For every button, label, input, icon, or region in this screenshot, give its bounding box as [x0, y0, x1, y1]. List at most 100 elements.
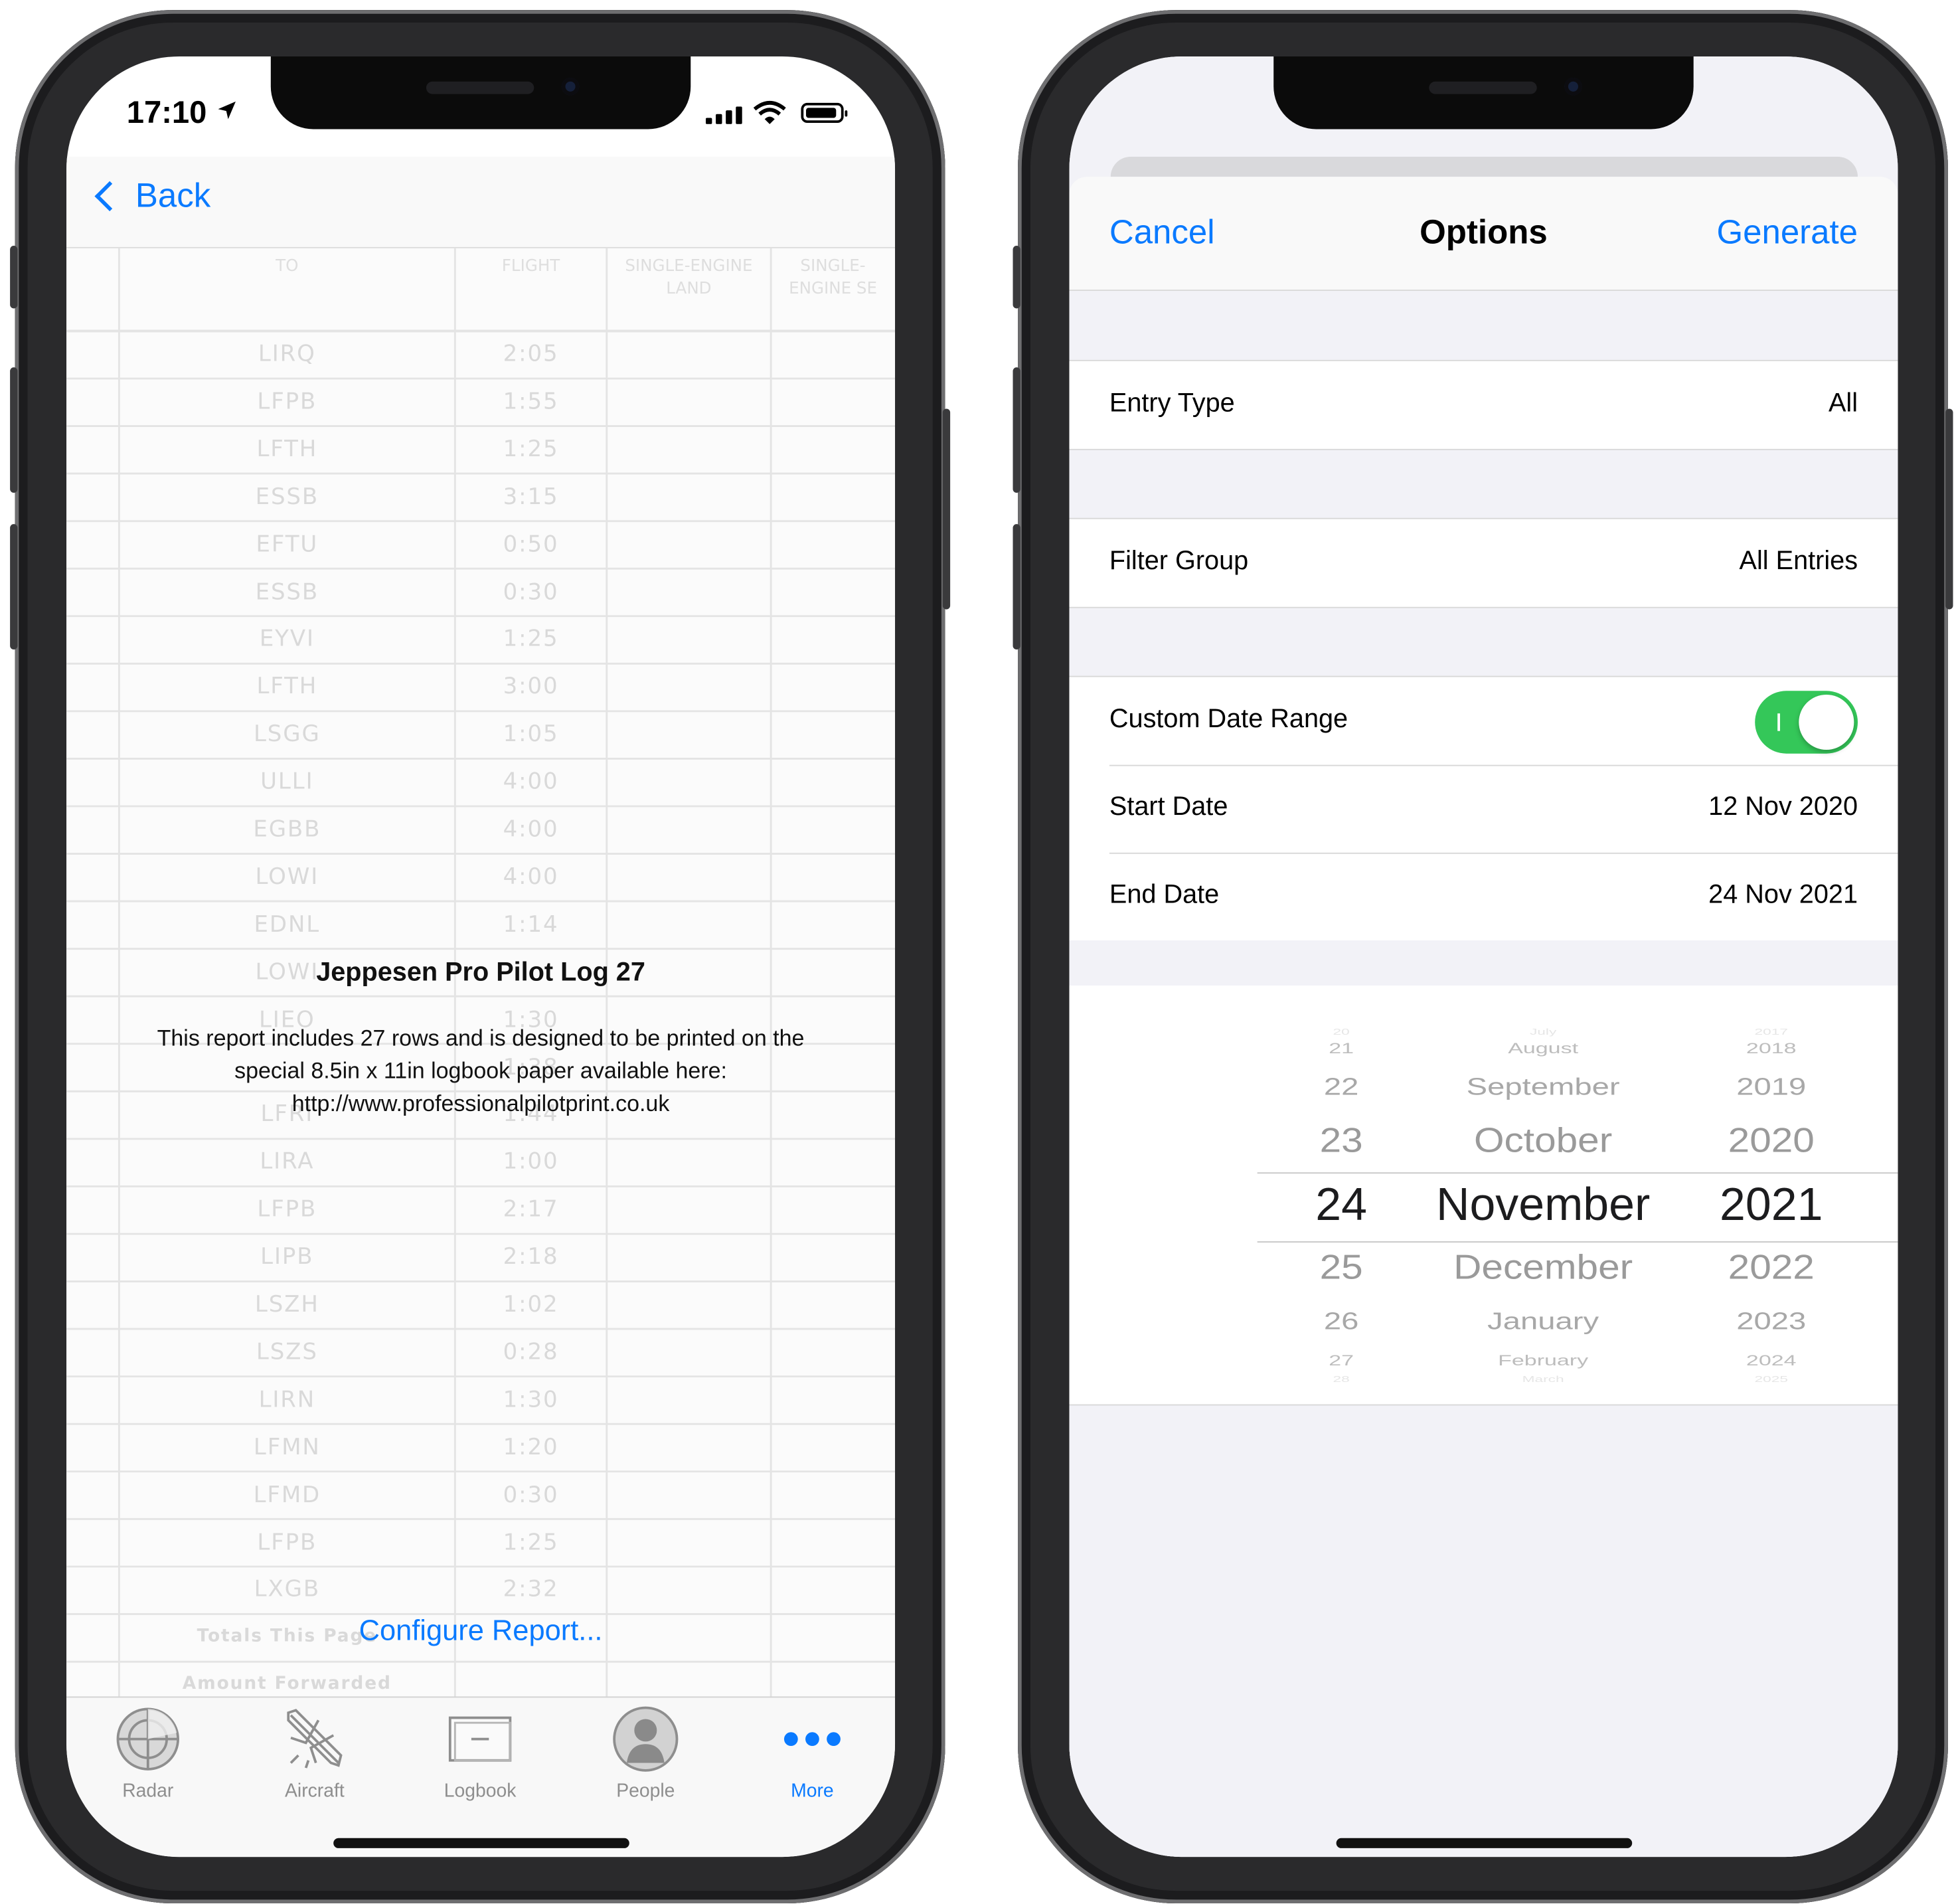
- tab-people-label: People: [616, 1780, 675, 1802]
- picker-item[interactable]: 2025: [1646, 1374, 1897, 1384]
- logbook-row-time: 2:32: [503, 1576, 559, 1603]
- end-date-row[interactable]: End Date 24 Nov 2021: [1069, 852, 1898, 940]
- logbook-row-to: EYVI: [259, 626, 315, 653]
- wifi-icon: [753, 100, 786, 124]
- logbook-row-time: 1:14: [503, 911, 559, 938]
- end-date-label: End Date: [1109, 880, 1220, 909]
- logbook-row-time: 1:05: [503, 721, 559, 748]
- navigation-bar: Back: [66, 157, 896, 248]
- more-dots-icon: [783, 1732, 841, 1747]
- logbook-row-to: EFTU: [256, 531, 319, 558]
- tab-bar: Radar Aircraft Logbook People More: [66, 1696, 896, 1858]
- logbook-row-time: 4:00: [503, 768, 559, 796]
- picker-item[interactable]: September: [1418, 1074, 1669, 1102]
- logbook-row-time: 1:25: [503, 436, 559, 463]
- logbook-row-to: EDNL: [254, 911, 321, 938]
- custom-date-range-row: Custom Date Range: [1069, 677, 1898, 765]
- picker-item[interactable]: November: [1418, 1178, 1669, 1231]
- configure-report-button[interactable]: Configure Report...: [66, 1614, 895, 1648]
- logbook-row-to: LSZS: [256, 1339, 318, 1365]
- tab-radar-label: Radar: [122, 1780, 174, 1802]
- tab-more[interactable]: More: [750, 1705, 875, 1802]
- power-button: [942, 408, 951, 610]
- picker-item[interactable]: 2017: [1646, 1027, 1897, 1037]
- logbook-row-time: 0:28: [503, 1339, 559, 1365]
- tab-radar[interactable]: Radar: [85, 1705, 210, 1802]
- logbook-row-to: LIRQ: [258, 341, 316, 368]
- picker-item[interactable]: March: [1418, 1374, 1669, 1384]
- logbook-row-time: 0:30: [503, 1481, 559, 1508]
- logbook-icon: [448, 1716, 512, 1762]
- tab-more-label: More: [791, 1780, 834, 1802]
- picker-item[interactable]: 2024: [1646, 1353, 1897, 1369]
- logbook-column-header: TO: [276, 257, 299, 276]
- logbook-column-header: SINGLE-ENGINE SE: [789, 257, 878, 299]
- end-date-value: 24 Nov 2021: [1708, 880, 1858, 909]
- phone-left: 17:10 Back TO FLIGHT SINGLE-ENGINE LAND …: [10, 10, 951, 1903]
- phone-right: Cancel Options Generate Entry Type All F…: [1013, 10, 1953, 1903]
- picker-item[interactable]: 2020: [1646, 1122, 1897, 1162]
- generate-button[interactable]: Generate: [1716, 213, 1858, 252]
- battery-icon: [801, 102, 848, 124]
- cellular-signal-icon: [705, 106, 742, 124]
- picker-item[interactable]: 2023: [1646, 1308, 1897, 1336]
- status-time: 17:10: [126, 95, 207, 131]
- picker-item[interactable]: January: [1418, 1308, 1669, 1336]
- logbook-column-header: SINGLE-ENGINE LAND: [625, 257, 753, 299]
- logbook-row-to: LXGB: [254, 1576, 321, 1603]
- start-date-row[interactable]: Start Date 12 Nov 2020: [1069, 764, 1898, 853]
- filter-group-row[interactable]: Filter Group All Entries: [1069, 519, 1898, 607]
- date-picker-wheel[interactable]: 20 21 22 23 24 25 26 27 28 July August September Oc…: [1069, 985, 1898, 1406]
- logbook-row-to: LFTH: [256, 673, 318, 701]
- picker-item[interactable]: 2018: [1646, 1041, 1897, 1057]
- logbook-row-to: LFMD: [253, 1481, 321, 1508]
- entry-type-label: Entry Type: [1109, 389, 1235, 418]
- custom-date-range-toggle[interactable]: [1755, 691, 1858, 754]
- sheet-navigation-bar: Cancel Options Generate: [1069, 177, 1898, 292]
- tab-logbook[interactable]: Logbook: [418, 1705, 543, 1802]
- back-label: Back: [135, 177, 211, 215]
- tab-people[interactable]: People: [583, 1705, 708, 1802]
- logbook-row-to: LFPB: [257, 389, 317, 415]
- notch: [1273, 56, 1694, 130]
- back-button[interactable]: Back: [92, 177, 210, 216]
- entry-type-row[interactable]: Entry Type All: [1069, 361, 1898, 449]
- logbook-row-time: 0:50: [503, 531, 559, 558]
- logbook-row-to: LIPB: [260, 1244, 314, 1270]
- tab-aircraft[interactable]: Aircraft: [252, 1705, 377, 1802]
- picker-item[interactable]: 2019: [1646, 1074, 1897, 1102]
- logbook-row-time: 1:30: [503, 1386, 559, 1413]
- picker-item[interactable]: December: [1418, 1249, 1669, 1288]
- logbook-row-time: 1:20: [503, 1434, 559, 1460]
- chevron-left-icon: [94, 181, 125, 212]
- logbook-row-to: LSGG: [253, 721, 321, 748]
- logbook-row-to: ULLI: [260, 768, 314, 796]
- report-title: Jeppesen Pro Pilot Log 27: [316, 958, 645, 987]
- entry-type-value: All: [1828, 389, 1858, 418]
- logbook-row-time: 2:18: [503, 1244, 559, 1270]
- logbook-row-to: LSZH: [254, 1291, 319, 1318]
- home-indicator: [333, 1838, 629, 1848]
- logbook-row-time: 4:00: [503, 863, 559, 891]
- logbook-row-time: 1:25: [503, 626, 559, 653]
- radar-icon: [116, 1707, 179, 1771]
- logbook-row-to: LOWI: [255, 863, 319, 891]
- logbook-row-to: ESSB: [255, 483, 319, 510]
- picker-item[interactable]: February: [1418, 1353, 1669, 1369]
- logbook-footer-label: Amount Forwarded: [182, 1674, 392, 1695]
- picker-item[interactable]: August: [1418, 1041, 1669, 1057]
- logbook-row-time: 3:15: [503, 483, 559, 510]
- volume-down-button: [1013, 524, 1020, 649]
- picker-item[interactable]: 2022: [1646, 1249, 1897, 1288]
- location-arrow-icon: [218, 101, 236, 120]
- mute-switch: [1013, 246, 1020, 309]
- logbook-row-to: ESSB: [255, 578, 319, 605]
- picker-item[interactable]: 2021: [1646, 1178, 1897, 1231]
- picker-item[interactable]: July: [1418, 1027, 1669, 1037]
- tab-aircraft-label: Aircraft: [285, 1780, 345, 1802]
- tab-logbook-label: Logbook: [444, 1780, 517, 1802]
- custom-date-range-label: Custom Date Range: [1109, 705, 1348, 734]
- volume-down-button: [10, 524, 18, 649]
- picker-item[interactable]: October: [1418, 1122, 1669, 1162]
- logbook-column-header: FLIGHT: [501, 257, 560, 276]
